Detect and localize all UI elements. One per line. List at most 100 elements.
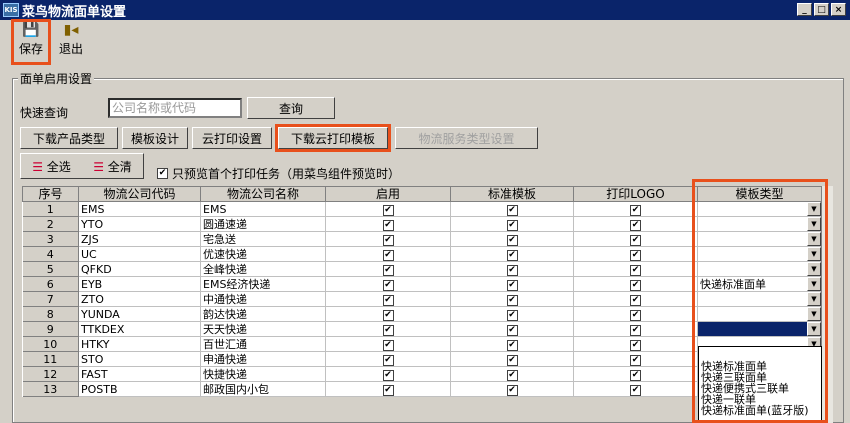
column-header[interactable]: 物流公司代码: [78, 186, 201, 202]
query-button[interactable]: 查询: [247, 97, 335, 119]
chevron-down-icon[interactable]: ▼: [807, 247, 821, 261]
minimize-button[interactable]: _: [797, 3, 812, 16]
standard-template-checkbox[interactable]: ✔: [506, 265, 518, 276]
save-button[interactable]: 💾 保存: [11, 19, 51, 65]
download-product-type-button[interactable]: 下载产品类型: [20, 127, 118, 149]
checkbox-checked[interactable]: ✔: [157, 168, 168, 179]
chevron-down-icon[interactable]: ▼: [807, 292, 821, 306]
column-header[interactable]: 启用: [325, 186, 451, 202]
template-type-select[interactable]: ▼: [697, 321, 822, 337]
close-button[interactable]: ×: [831, 3, 846, 16]
standard-template-checkbox[interactable]: ✔: [506, 325, 518, 336]
chevron-down-icon[interactable]: ▼: [807, 217, 821, 231]
table-row[interactable]: 2 YTO 圆通速递 ✔ ✔ ✔ ▼: [22, 216, 822, 232]
table-row[interactable]: 1 EMS EMS ✔ ✔ ✔ ▼: [22, 201, 822, 217]
print-logo-checkbox[interactable]: ✔: [630, 265, 641, 276]
standard-template-checkbox[interactable]: ✔: [506, 250, 518, 261]
chevron-down-icon[interactable]: ▼: [807, 322, 821, 336]
enabled-checkbox[interactable]: ✔: [382, 295, 394, 306]
print-logo-checkbox[interactable]: ✔: [630, 340, 641, 351]
chevron-down-icon[interactable]: ▼: [807, 202, 821, 216]
standard-template-checkbox[interactable]: ✔: [506, 355, 518, 366]
table-row[interactable]: 9 TTKDEX 天天快递 ✔ ✔ ✔ ▼: [22, 321, 822, 337]
standard-template-checkbox[interactable]: ✔: [506, 385, 518, 396]
table-row[interactable]: 7 ZTO 中通快递 ✔ ✔ ✔ ▼: [22, 291, 822, 307]
search-input[interactable]: [108, 98, 242, 118]
column-header[interactable]: 模板类型: [697, 186, 822, 202]
table-row[interactable]: 3 ZJS 宅急送 ✔ ✔ ✔ ▼: [22, 231, 822, 247]
exit-label: 退出: [58, 42, 83, 56]
courier-code: STO: [78, 351, 201, 367]
table-row[interactable]: 5 QFKD 全峰快递 ✔ ✔ ✔ ▼: [22, 261, 822, 277]
dropdown-option[interactable]: 快递标准面单(蓝牙版): [699, 405, 821, 416]
enabled-checkbox[interactable]: ✔: [382, 325, 394, 336]
maximize-button[interactable]: □: [814, 3, 829, 16]
enabled-checkbox[interactable]: ✔: [382, 310, 394, 321]
chevron-down-icon[interactable]: ▼: [807, 277, 821, 291]
enabled-checkbox[interactable]: ✔: [382, 220, 394, 231]
chevron-down-icon[interactable]: ▼: [807, 232, 821, 246]
print-logo-checkbox[interactable]: ✔: [630, 205, 641, 216]
table-row[interactable]: 6 EYB EMS经济快递 ✔ ✔ ✔ 快递标准面单 ▼: [22, 276, 822, 292]
courier-code: POSTB: [78, 381, 201, 397]
template-type-select[interactable]: ▼: [697, 246, 822, 262]
standard-template-checkbox[interactable]: ✔: [506, 220, 518, 231]
standard-template-checkbox[interactable]: ✔: [506, 370, 518, 381]
table-row[interactable]: 4 UC 优速快递 ✔ ✔ ✔ ▼: [22, 246, 822, 262]
standard-template-checkbox[interactable]: ✔: [506, 235, 518, 246]
print-logo-checkbox[interactable]: ✔: [630, 310, 641, 321]
enabled-checkbox[interactable]: ✔: [382, 280, 394, 291]
cloud-print-settings-button[interactable]: 云打印设置: [192, 127, 272, 149]
template-type-select[interactable]: ▼: [697, 261, 822, 277]
print-logo-checkbox[interactable]: ✔: [630, 295, 641, 306]
print-logo-checkbox[interactable]: ✔: [630, 355, 641, 366]
enabled-checkbox[interactable]: ✔: [382, 385, 394, 396]
row-number: 8: [22, 306, 79, 322]
column-header[interactable]: 打印LOGO: [573, 186, 698, 202]
template-type-select[interactable]: ▼: [697, 231, 822, 247]
select-clear-panel: ☰ 全选 ☰ 全清: [20, 153, 144, 179]
standard-template-checkbox[interactable]: ✔: [506, 295, 518, 306]
template-type-select[interactable]: ▼: [697, 291, 822, 307]
print-logo-checkbox[interactable]: ✔: [630, 370, 641, 381]
standard-template-checkbox[interactable]: ✔: [506, 340, 518, 351]
template-design-button[interactable]: 模板设计: [122, 127, 188, 149]
enabled-cell: ✔: [325, 216, 451, 232]
template-type-select[interactable]: ▼: [697, 201, 822, 217]
exit-button[interactable]: ▮◂ 退出: [54, 22, 88, 62]
table-row[interactable]: 8 YUNDA 韵达快递 ✔ ✔ ✔ ▼: [22, 306, 822, 322]
download-cloud-template-button[interactable]: 下载云打印模板: [275, 124, 391, 152]
standard-template-checkbox[interactable]: ✔: [506, 280, 518, 291]
enabled-checkbox[interactable]: ✔: [382, 370, 394, 381]
template-type-select[interactable]: ▼: [697, 306, 822, 322]
print-logo-checkbox[interactable]: ✔: [630, 235, 641, 246]
enabled-checkbox[interactable]: ✔: [382, 340, 394, 351]
enabled-checkbox[interactable]: ✔: [382, 250, 394, 261]
enabled-checkbox[interactable]: ✔: [382, 205, 394, 216]
chevron-down-icon[interactable]: ▼: [807, 307, 821, 321]
print-logo-checkbox[interactable]: ✔: [630, 385, 641, 396]
standard-template-checkbox[interactable]: ✔: [506, 310, 518, 321]
print-logo-checkbox[interactable]: ✔: [630, 280, 641, 291]
standard-template-checkbox[interactable]: ✔: [506, 205, 518, 216]
template-type-select[interactable]: ▼: [697, 216, 822, 232]
print-logo-checkbox[interactable]: ✔: [630, 325, 641, 336]
clear-all-button[interactable]: ☰ 全清: [93, 158, 132, 175]
print-logo-checkbox[interactable]: ✔: [630, 250, 641, 261]
select-all-button[interactable]: ☰ 全选: [32, 158, 71, 175]
column-header[interactable]: 序号: [22, 186, 79, 202]
enabled-checkbox[interactable]: ✔: [382, 265, 394, 276]
row-number: 5: [22, 261, 79, 277]
enabled-cell: ✔: [325, 231, 451, 247]
preview-first-checkbox[interactable]: ✔ 只预览首个打印任务（用菜鸟组件预览时）: [157, 165, 400, 182]
chevron-down-icon[interactable]: ▼: [807, 262, 821, 276]
enabled-checkbox[interactable]: ✔: [382, 235, 394, 246]
table-scrollbar[interactable]: [821, 186, 833, 423]
template-type-select[interactable]: 快递标准面单 ▼: [697, 276, 822, 292]
enabled-cell: ✔: [325, 291, 451, 307]
print-logo-checkbox[interactable]: ✔: [630, 220, 641, 231]
enabled-checkbox[interactable]: ✔: [382, 355, 394, 366]
column-header[interactable]: 物流公司名称: [200, 186, 326, 202]
standard-template-cell: ✔: [450, 351, 574, 367]
column-header[interactable]: 标准模板: [450, 186, 574, 202]
